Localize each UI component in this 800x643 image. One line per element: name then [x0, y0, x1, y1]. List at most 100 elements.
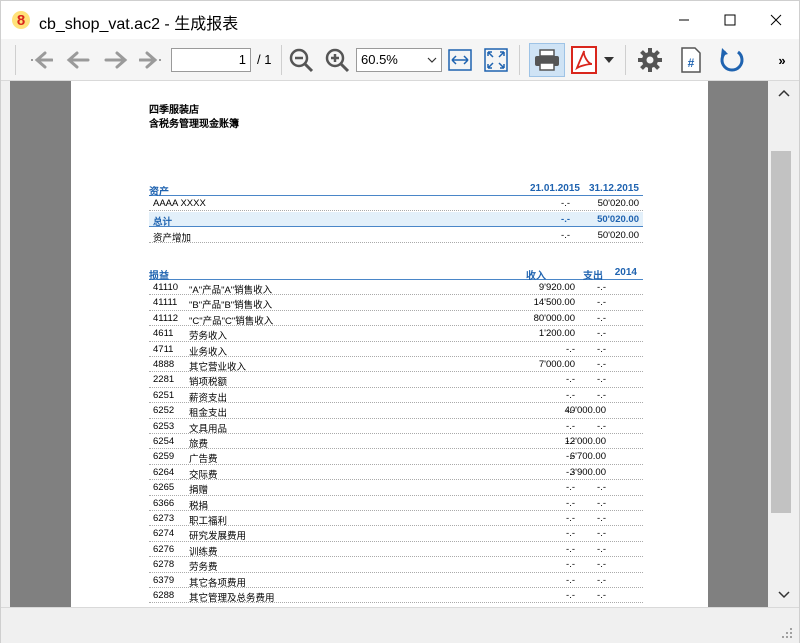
printer-icon — [535, 49, 559, 71]
pl-income-value: -.- — [566, 559, 575, 571]
pl-expense-value: -.- — [597, 282, 606, 293]
zoom-in-button[interactable] — [321, 43, 353, 77]
pl-account-number: 6254 — [153, 436, 175, 447]
pl-income-value: -.- — [566, 343, 575, 355]
fit-page-button[interactable] — [481, 43, 511, 77]
minimize-button[interactable] — [661, 1, 707, 39]
chevron-up-icon — [777, 89, 790, 97]
pl-account-number: 6259 — [153, 451, 175, 463]
resize-grip-icon[interactable] — [781, 627, 793, 639]
pl-table-row: 6288 其它管理及总务费用 -.- -.- — [149, 588, 643, 604]
close-button[interactable] — [753, 1, 799, 39]
pl-account-description: 广告费 — [189, 454, 218, 466]
pl-account-description: 租金支出 — [189, 408, 228, 420]
report-subtitle: 含税务管理现金账簿 — [149, 119, 239, 130]
pdf-acrobat-icon — [571, 46, 597, 74]
pl-expense-value: -.- — [597, 559, 606, 571]
pl-expense-value: -.- — [597, 328, 606, 340]
zoom-out-button[interactable] — [285, 43, 317, 77]
next-page-button[interactable] — [99, 43, 133, 77]
settings-button[interactable] — [633, 43, 667, 77]
pl-table-row: 41111 "B"产品"B"销售收入 14'500.00 -.- — [149, 295, 643, 312]
pl-account-description: 其它管理及总务费用 — [189, 593, 275, 604]
pl-expense-value: -.- — [597, 528, 606, 540]
fit-width-icon — [448, 49, 472, 71]
refresh-button[interactable] — [715, 43, 749, 77]
gear-icon — [638, 48, 662, 72]
pl-table-row: 41110 "A"产品"A"销售收入 9'920.00 -.- — [149, 280, 643, 296]
pl-income-value: 80'000.00 — [533, 312, 575, 324]
previous-page-button[interactable] — [61, 43, 95, 77]
vertical-scrollbar[interactable] — [768, 81, 799, 607]
pl-income-value: -.- — [566, 497, 575, 509]
pl-income-value: 14'500.00 — [533, 297, 575, 309]
last-page-button[interactable] — [135, 43, 169, 77]
pl-table-row: 6379 其它各项费用 -.- -.- — [149, 573, 643, 589]
scroll-down-button[interactable] — [768, 585, 799, 605]
pl-account-description: 文具用品 — [189, 423, 228, 435]
pl-income-value: -.- — [566, 374, 575, 386]
pl-account-number: 6264 — [153, 466, 175, 478]
pl-income-value: -.- — [566, 528, 575, 540]
fit-width-button[interactable] — [445, 43, 475, 77]
assets-increase-value1: -.- — [561, 230, 570, 241]
pl-expense-value: -.- — [597, 590, 606, 601]
maximize-icon — [724, 14, 736, 26]
toolbar-separator — [281, 45, 282, 75]
maximize-button[interactable] — [707, 1, 753, 39]
pl-account-description: 税捐 — [189, 500, 209, 512]
assets-row-value1: -.- — [561, 198, 570, 209]
arrow-right-icon — [104, 51, 128, 69]
pl-account-number: 6274 — [153, 528, 175, 540]
pl-account-number: 2281 — [153, 374, 175, 386]
pl-account-description: 职工福利 — [189, 516, 228, 527]
pl-header: 损益 收入 支出 2014 — [149, 267, 643, 282]
report-viewer[interactable]: 四季服装店 含税务管理现金账簿 资产 21.01.2015 31.12.2015… — [10, 81, 768, 607]
scroll-thumb[interactable] — [771, 151, 791, 513]
pl-income-value: 1'200.00 — [538, 328, 575, 340]
page-number-hash-icon: # — [681, 47, 701, 73]
pl-expense-value: -.- — [597, 389, 606, 401]
pl-table-row: 4888 其它营业收入 7'000.00 -.- — [149, 357, 643, 373]
window-title: cb_shop_vat.ac2 - 生成报表 — [39, 16, 239, 33]
scroll-up-button[interactable] — [768, 83, 799, 103]
toolbar-separator — [625, 45, 626, 75]
pl-expense-value: -.- — [597, 482, 606, 494]
svg-text:#: # — [688, 56, 695, 70]
pl-table-row: 6274 研究发展费用 -.- -.- — [149, 526, 643, 542]
assets-col-date2: 31.12.2015 — [588, 183, 639, 194]
pl-account-description: "B"产品"B"销售收入 — [189, 300, 273, 312]
pl-table-row: 6265 捐赠 -.- -.- — [149, 480, 643, 496]
svg-text:8: 8 — [17, 12, 25, 29]
pl-account-number: 6366 — [153, 497, 175, 509]
banana-8-icon: 8 — [11, 9, 31, 31]
export-pdf-button[interactable] — [567, 43, 601, 77]
first-page-button[interactable] — [23, 43, 57, 77]
export-dropdown-button[interactable] — [601, 43, 617, 77]
title-bar: 8 cb_shop_vat.ac2 - 生成报表 — [1, 1, 799, 39]
page-number-input[interactable]: 1 — [171, 48, 251, 72]
pl-income-value: -.- — [566, 513, 575, 524]
assets-header: 资产 21.01.2015 31.12.2015 — [149, 183, 643, 198]
toolbar-overflow-button[interactable]: » — [771, 43, 793, 77]
assets-total-value1: -.- — [561, 214, 570, 225]
pl-account-description: 训练费 — [189, 546, 218, 558]
pl-account-number: 6252 — [153, 405, 175, 417]
pl-account-description: 劳务收入 — [189, 331, 228, 343]
pl-account-description: 劳务费 — [189, 562, 218, 574]
pl-income-value: -.- — [566, 420, 575, 432]
assets-row: AAAA XXXX -.- 50'020.00 — [149, 196, 643, 212]
pl-account-description: 旅费 — [189, 439, 209, 450]
page-numbering-button[interactable]: # — [675, 43, 707, 77]
assets-total-row: 总计 -.- 50'020.00 — [149, 212, 643, 228]
pl-table-row: 6366 税捐 -.- -.- — [149, 496, 643, 512]
pl-account-number: 6273 — [153, 513, 175, 524]
assets-increase-label: 资产增加 — [153, 233, 192, 244]
pl-table-row: 4611 劳务收入 1'200.00 -.- — [149, 326, 643, 343]
arrow-left-icon — [66, 51, 90, 69]
pl-account-number: 6276 — [153, 543, 175, 555]
last-page-icon — [139, 51, 161, 69]
assets-increase-value2: 50'020.00 — [597, 230, 639, 241]
print-button[interactable] — [529, 43, 565, 77]
zoom-select[interactable]: 60.5% — [356, 48, 442, 72]
